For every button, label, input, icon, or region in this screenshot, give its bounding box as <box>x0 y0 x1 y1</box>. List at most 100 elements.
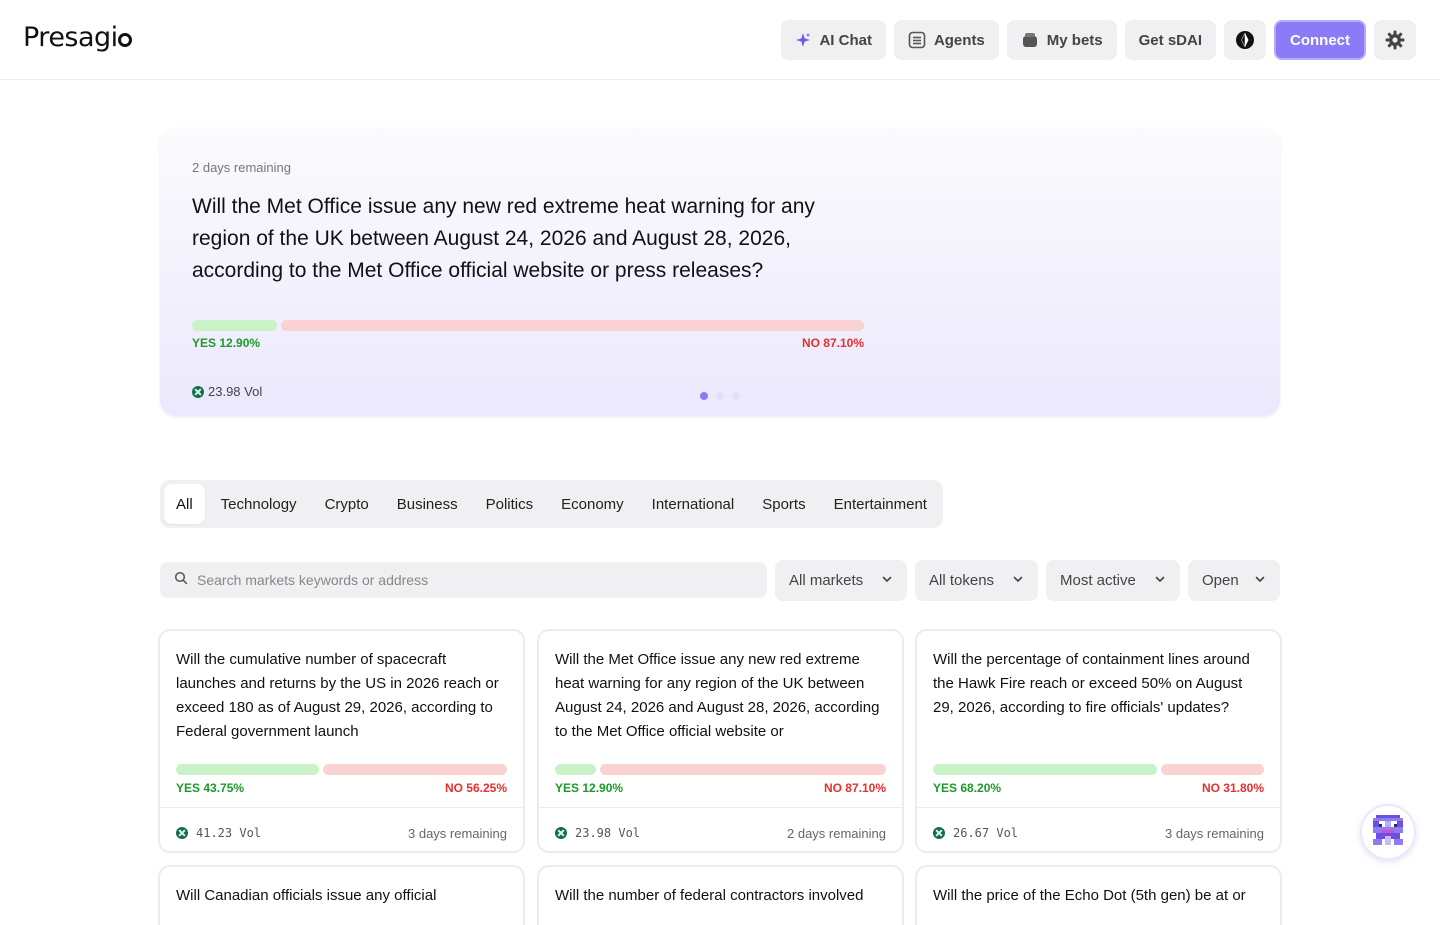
gear-icon <box>1385 30 1405 50</box>
featured-time-remaining: 2 days remaining <box>192 160 291 175</box>
sort-label: Most active <box>1060 572 1136 589</box>
featured-outcome-bar <box>192 320 864 331</box>
tab-business[interactable]: Business <box>385 484 470 524</box>
market-title[interactable]: Will the number of federal contractors i… <box>555 884 885 914</box>
sparkle-icon <box>795 32 811 48</box>
market-title[interactable]: Will the price of the Echo Dot (5th gen)… <box>933 884 1263 914</box>
my-bets-button[interactable]: My bets <box>1006 20 1117 60</box>
market-card[interactable]: Will the price of the Echo Dot (5th gen)… <box>915 865 1282 925</box>
market-card[interactable]: Will the cumulative number of spacecraft… <box>158 629 525 853</box>
featured-yes-percent: YES 12.90% <box>192 336 261 350</box>
tab-sports[interactable]: Sports <box>750 484 817 524</box>
featured-market-card[interactable]: 2 days remaining Will the Met Office iss… <box>160 128 1280 416</box>
get-sdai-label: Get sDAI <box>1138 31 1202 49</box>
market-title[interactable]: Will the Met Office issue any new red ex… <box>555 648 885 744</box>
market-card[interactable]: Will Canadian officials issue any offici… <box>158 865 525 925</box>
wallet-icon <box>1021 31 1039 49</box>
ai-chat-button[interactable]: AI Chat <box>781 20 886 60</box>
featured-yes-bar <box>192 320 277 331</box>
settings-button[interactable] <box>1374 20 1416 60</box>
token-icon <box>192 385 204 398</box>
tab-all[interactable]: All <box>164 484 205 524</box>
card-divider <box>160 807 523 808</box>
yes-bar <box>176 764 319 775</box>
market-volume-text: 23.98 Vol <box>575 826 641 840</box>
featured-volume-text: 23.98 Vol <box>208 384 263 399</box>
market-volume: 41.23 Vol <box>176 826 261 840</box>
token-icon <box>933 827 945 839</box>
chevron-down-icon <box>881 572 893 589</box>
card-divider <box>539 807 902 808</box>
featured-market-title[interactable]: Will the Met Office issue any new red ex… <box>192 191 872 287</box>
outcome-bar <box>176 764 507 775</box>
markets-filter-dropdown[interactable]: All markets <box>775 560 907 601</box>
no-percent: NO 56.25% <box>444 781 507 795</box>
token-icon <box>555 827 567 839</box>
token-icon <box>176 827 188 839</box>
no-bar <box>599 764 886 775</box>
market-card[interactable]: Will the number of federal contractors i… <box>537 865 904 925</box>
time-remaining: 3 days remaining <box>1165 826 1264 841</box>
market-title[interactable]: Will the cumulative number of spacecraft… <box>176 648 506 744</box>
connect-button[interactable]: Connect <box>1274 20 1366 60</box>
list-icon <box>908 31 926 49</box>
sort-dropdown[interactable]: Most active <box>1046 560 1180 601</box>
time-remaining: 3 days remaining <box>408 826 507 841</box>
category-tabs: All Technology Crypto Business Politics … <box>160 480 943 528</box>
outcome-bar <box>555 764 886 775</box>
tokens-filter-label: All tokens <box>929 572 995 589</box>
logo[interactable]: Presagi <box>23 22 132 53</box>
carousel-dot[interactable] <box>732 392 740 400</box>
ai-chat-label: AI Chat <box>819 31 872 49</box>
search-icon <box>174 571 188 590</box>
carousel-dot[interactable] <box>716 392 724 400</box>
markets-filter-label: All markets <box>789 572 864 589</box>
my-bets-label: My bets <box>1046 31 1103 49</box>
card-divider <box>917 807 1280 808</box>
agents-label: Agents <box>933 31 985 49</box>
connect-label: Connect <box>1290 31 1350 49</box>
search-bar <box>160 562 767 598</box>
yes-bar <box>555 764 596 775</box>
yes-percent: YES 43.75% <box>176 781 245 795</box>
theme-toggle-button[interactable] <box>1224 20 1266 60</box>
tokens-filter-dropdown[interactable]: All tokens <box>915 560 1038 601</box>
market-card[interactable]: Will the Met Office issue any new red ex… <box>537 629 904 853</box>
featured-no-percent: NO 87.10% <box>801 336 864 350</box>
carousel-dots <box>700 392 740 400</box>
chevron-down-icon <box>1254 572 1266 589</box>
tab-entertainment[interactable]: Entertainment <box>822 484 939 524</box>
featured-no-bar <box>280 320 864 331</box>
tab-economy[interactable]: Economy <box>549 484 636 524</box>
pixel-avatar-icon <box>1370 812 1406 853</box>
carousel-dot[interactable] <box>700 392 708 400</box>
market-title[interactable]: Will the percentage of containment lines… <box>933 648 1263 744</box>
get-sdai-button[interactable]: Get sDAI <box>1124 20 1216 60</box>
status-filter-dropdown[interactable]: Open <box>1188 560 1280 601</box>
yes-bar <box>933 764 1157 775</box>
top-nav: AI Chat Agents My bets Get sDAI Connect <box>781 20 1416 60</box>
top-header: Presagi AI Chat Agents My bets Get sDAI <box>0 0 1440 80</box>
outcome-bar <box>933 764 1264 775</box>
featured-volume: 23.98 Vol <box>192 384 262 399</box>
chevron-down-icon <box>1154 572 1166 589</box>
tab-technology[interactable]: Technology <box>209 484 309 524</box>
market-volume: 23.98 Vol <box>555 826 640 840</box>
no-bar <box>322 764 507 775</box>
no-percent: NO 87.10% <box>823 781 886 795</box>
market-volume-text: 41.23 Vol <box>196 826 262 840</box>
time-remaining: 2 days remaining <box>787 826 886 841</box>
yes-percent: YES 12.90% <box>555 781 624 795</box>
logo-o-mark <box>117 33 132 47</box>
market-volume: 26.67 Vol <box>933 826 1018 840</box>
agents-button[interactable]: Agents <box>893 20 999 60</box>
status-filter-label: Open <box>1202 572 1239 589</box>
market-card[interactable]: Will the percentage of containment lines… <box>915 629 1282 853</box>
theme-toggle-icon <box>1235 30 1255 50</box>
search-input[interactable] <box>197 572 737 588</box>
tab-crypto[interactable]: Crypto <box>313 484 381 524</box>
assistant-avatar-button[interactable] <box>1360 804 1416 860</box>
tab-international[interactable]: International <box>640 484 747 524</box>
market-title[interactable]: Will Canadian officials issue any offici… <box>176 884 506 914</box>
tab-politics[interactable]: Politics <box>474 484 546 524</box>
